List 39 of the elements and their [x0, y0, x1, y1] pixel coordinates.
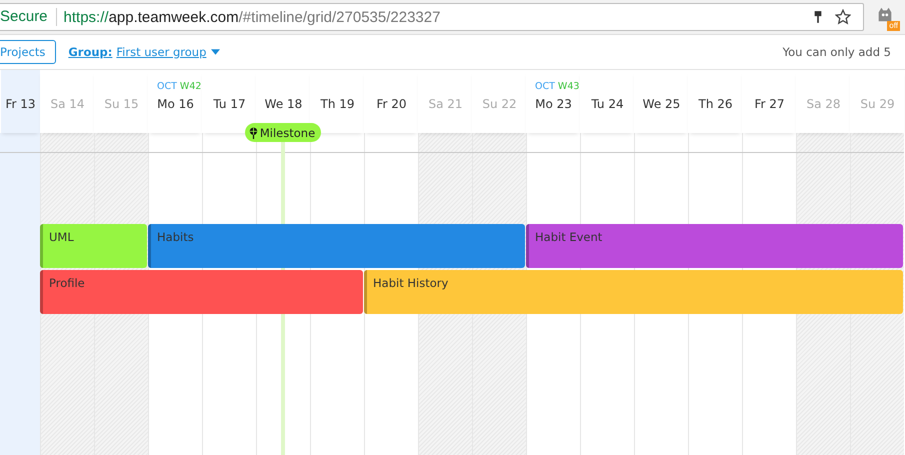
- caret-icon: [211, 49, 220, 55]
- extension-badge: off: [887, 21, 900, 31]
- task-bar[interactable]: Habit Event: [526, 224, 903, 268]
- day-label: Su 15: [103, 97, 140, 111]
- task-bar[interactable]: UML: [40, 224, 147, 268]
- star-icon[interactable]: [835, 9, 851, 25]
- day-label: Mo 23: [534, 97, 573, 111]
- day-label: Fr 27: [753, 97, 786, 111]
- day-label: Fr 20: [375, 97, 408, 111]
- day-label: Mo 16: [156, 97, 195, 111]
- url-text: https://app.teamweek.com/#timeline/grid/270535/223327: [64, 8, 442, 26]
- task-bar[interactable]: Habit History: [364, 270, 903, 314]
- day-label: Fr 13: [4, 97, 37, 111]
- day-label: We 25: [642, 97, 682, 111]
- month-label: OCT: [157, 81, 177, 92]
- day-label: Tu 24: [590, 97, 625, 111]
- day-label: Th 26: [697, 97, 734, 111]
- notice-text: You can only add 5: [782, 45, 891, 59]
- group-selector[interactable]: Group: First user group: [68, 45, 220, 59]
- day-label: Tu 17: [212, 97, 247, 111]
- pin-icon: [248, 126, 258, 138]
- day-label: Th 19: [319, 97, 356, 111]
- security-label: Secure: [0, 8, 57, 26]
- day-label: Su 22: [481, 97, 518, 111]
- day-label: Su 29: [859, 97, 896, 111]
- key-icon[interactable]: [813, 10, 823, 24]
- day-label: Sa 14: [49, 97, 86, 111]
- day-label: Sa 28: [805, 97, 842, 111]
- week-label: W42: [180, 81, 202, 92]
- task-bar[interactable]: Habits: [148, 224, 525, 268]
- month-label: OCT: [535, 81, 555, 92]
- day-label: Sa 21: [427, 97, 464, 111]
- week-label: W43: [558, 81, 580, 92]
- extension-icon[interactable]: [876, 5, 894, 23]
- day-label: We 18: [264, 97, 304, 111]
- projects-button[interactable]: Projects: [0, 40, 56, 64]
- address-bar[interactable]: Secure https://app.teamweek.com/#timeline/grid/270535/223327: [0, 3, 864, 31]
- task-bar[interactable]: Profile: [40, 270, 363, 314]
- milestone-badge[interactable]: Milestone: [244, 123, 322, 142]
